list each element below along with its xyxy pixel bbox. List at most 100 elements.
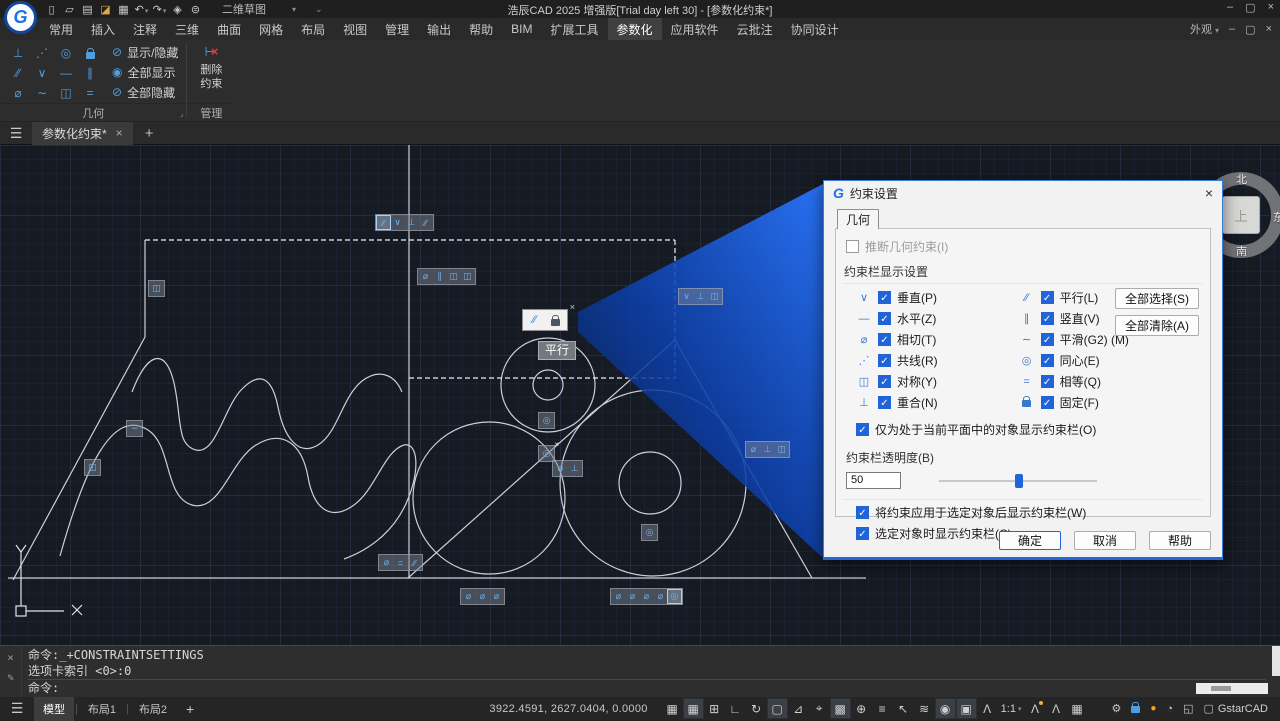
collinear-constraint-icon[interactable]: ⋰ (30, 43, 54, 63)
checkbox-checked[interactable] (878, 291, 891, 304)
snap-grid-icon[interactable]: ▦ (684, 699, 703, 718)
layout1-tab[interactable]: 布局1 (79, 697, 125, 721)
constraint-bar[interactable]: ⌀ ⊥ (552, 460, 583, 477)
compass-top-face[interactable]: 上 (1222, 196, 1260, 234)
3d-object-snap-icon[interactable]: ⊿ (789, 699, 808, 718)
constraint-bar[interactable]: ◫ (148, 280, 165, 297)
constraint-bar[interactable]: ⌀ ⌀ ⌀ ⌀ ◎ (610, 588, 683, 605)
tab-home[interactable]: 常用 (40, 18, 82, 41)
qat-customize-icon[interactable]: ⌄ (315, 4, 323, 15)
ok-button[interactable]: 确定 (999, 531, 1061, 550)
constraint-bar[interactable]: ∼ (126, 420, 143, 437)
polar-tracking-icon[interactable]: ↻ (747, 699, 766, 718)
tab-view[interactable]: 视图 (334, 18, 376, 41)
annotation-sync-icon[interactable]: Λ (1046, 699, 1065, 718)
ribbon-minimize-icon[interactable]: – (1229, 23, 1235, 35)
tab-annotate[interactable]: 注释 (124, 18, 166, 41)
tab-parametric[interactable]: 参数化 (608, 18, 662, 41)
popup-close-icon[interactable]: × (570, 302, 575, 312)
open-folder-icon[interactable]: ▱ (62, 3, 77, 16)
checkbox-checked[interactable] (878, 312, 891, 325)
tab-cloud-markup[interactable]: 云批注 (728, 18, 782, 41)
command-input[interactable]: 命令: (28, 679, 1266, 695)
show-hide-constraints-button[interactable]: ⊘ 显示/隐藏 (108, 42, 182, 62)
tab-mesh[interactable]: 网格 (250, 18, 292, 41)
tab-surface[interactable]: 曲面 (208, 18, 250, 41)
show-all-constraints-button[interactable]: ◉ 全部显示 (108, 62, 182, 82)
workspace-3d-icon[interactable]: ◈ (170, 3, 185, 16)
cancel-button[interactable]: 取消 (1074, 531, 1136, 550)
perpendicular-constraint-icon[interactable]: ∨ (30, 63, 54, 83)
constraint-bar[interactable]: ◎ (538, 412, 555, 429)
checkbox-checked[interactable] (878, 375, 891, 388)
constraint-bar[interactable]: ∨ ⊥ ◫ (678, 288, 723, 305)
restore-button[interactable]: ▢ (1245, 1, 1255, 14)
drawing-area[interactable]: ∕∕ ∨ ⊥ ∕∕ ⌀ ∥ ◫ ◫ ∨ ⊥ ◫ ∕∕ × 平行 ◫ ∼ ◫ (0, 145, 1280, 645)
dialog-title-bar[interactable]: G 约束设置 × (824, 181, 1222, 205)
constraint-concentric[interactable]: ◎同心(E) (1019, 352, 1182, 369)
constraint-bar[interactable]: ∕∕ ∨ ⊥ ∕∕ (375, 214, 434, 231)
infer-constraints-checkbox[interactable]: 推断几何约束(I) (846, 238, 1202, 255)
tab-express-tools[interactable]: 扩展工具 (542, 18, 608, 41)
tab-output[interactable]: 输出 (418, 18, 460, 41)
print-icon[interactable]: ▦ (116, 3, 131, 16)
fixed-constraint-icon[interactable] (78, 43, 102, 63)
tab-collaboration[interactable]: 协同设计 (782, 18, 848, 41)
zoom-object-icon[interactable]: ◉ (936, 699, 955, 718)
object-snap-icon[interactable]: ▢ (768, 699, 787, 718)
coincident-constraint-icon[interactable]: ⊥ (6, 43, 30, 63)
performance-gauge-icon[interactable]: ◔ (1166, 703, 1173, 715)
annotation-visibility-icon[interactable]: Λ (978, 699, 997, 718)
comment-icon[interactable]: ⊜ (188, 3, 203, 16)
dialog-close-icon[interactable]: × (1205, 185, 1213, 201)
constraint-bar[interactable]: ⌀ ⊥ ◫ (745, 441, 790, 458)
osnap-tracking-icon[interactable]: ⌖ (810, 699, 829, 718)
model-tab[interactable]: 模型 (34, 697, 74, 721)
slider-thumb[interactable] (1015, 474, 1023, 488)
tab-3d[interactable]: 三维 (166, 18, 208, 41)
annotation-add-scale-icon[interactable]: Λ (1025, 699, 1044, 718)
command-line-panel[interactable]: × ✎ 命令:_+CONSTRAINTSETTINGS 选项卡索引 <0>:0 … (0, 645, 1280, 697)
help-button[interactable]: 帮助 (1149, 531, 1211, 550)
new-tab-icon[interactable]: + (145, 125, 154, 142)
smooth-constraint-icon[interactable]: ∼ (30, 83, 54, 103)
transparency-input[interactable]: 50 (846, 472, 901, 489)
geometry-tab[interactable]: 几何 (837, 209, 879, 229)
status-menu-icon[interactable]: ☰ (0, 700, 34, 717)
checkbox-checked[interactable] (856, 506, 869, 519)
save-icon[interactable]: ▤ (80, 3, 95, 16)
new-layout-icon[interactable]: + (186, 701, 194, 717)
constraint-symmetric[interactable]: ◫对称(Y) (856, 373, 1019, 390)
parallel-constraint-icon[interactable]: ∕∕ (6, 63, 30, 83)
new-file-icon[interactable]: ▯ (44, 3, 59, 16)
checkbox-checked[interactable] (1041, 375, 1054, 388)
compass-north[interactable]: 北 (1236, 171, 1247, 187)
only-current-plane-checkbox[interactable]: 仅为处于当前平面中的对象显示约束栏(O) (856, 421, 1202, 438)
checkbox-checked[interactable] (1041, 354, 1054, 367)
badge-close-icon[interactable]: × (554, 440, 559, 449)
checkbox-unchecked[interactable] (846, 240, 859, 253)
constraint-collinear[interactable]: ⋰共线(R) (856, 352, 1019, 369)
appearance-dropdown[interactable]: 外观 (1190, 21, 1219, 37)
annotation-scale-dropdown[interactable]: 1:1 (998, 703, 1025, 715)
constraint-bar[interactable]: ⌀ ∥ ◫ ◫ (417, 268, 476, 285)
constraint-bar[interactable]: ◎ (641, 524, 658, 541)
snap-mode-icon[interactable]: ⊞ (705, 699, 724, 718)
command-close-icon[interactable]: × (7, 651, 14, 664)
checkbox-checked[interactable] (1041, 396, 1054, 409)
constraint-bar[interactable]: ⌀ = ∕∕ (378, 554, 423, 571)
bulb-icon[interactable]: ● (1150, 703, 1156, 714)
checkbox-checked[interactable] (856, 527, 869, 540)
delete-constraints-button[interactable]: ⊢× 删除 约束 (187, 40, 235, 91)
checkbox-checked[interactable] (856, 423, 869, 436)
grid-display-icon[interactable]: ▦ (663, 699, 682, 718)
constraint-coincident[interactable]: ⊥重合(N) (856, 394, 1019, 411)
tangent-constraint-icon[interactable]: ⌀ (6, 83, 30, 103)
layout2-tab[interactable]: 布局2 (130, 697, 176, 721)
equal-constraint-icon[interactable]: = (78, 83, 102, 103)
doc-menu-icon[interactable]: ☰ (0, 125, 32, 142)
save-as-icon[interactable]: ◪ (98, 3, 113, 16)
constraint-horizontal[interactable]: —水平(Z) (856, 310, 1019, 327)
concentric-constraint-icon[interactable]: ◎ (54, 43, 78, 63)
tab-apps[interactable]: 应用软件 (662, 18, 728, 41)
